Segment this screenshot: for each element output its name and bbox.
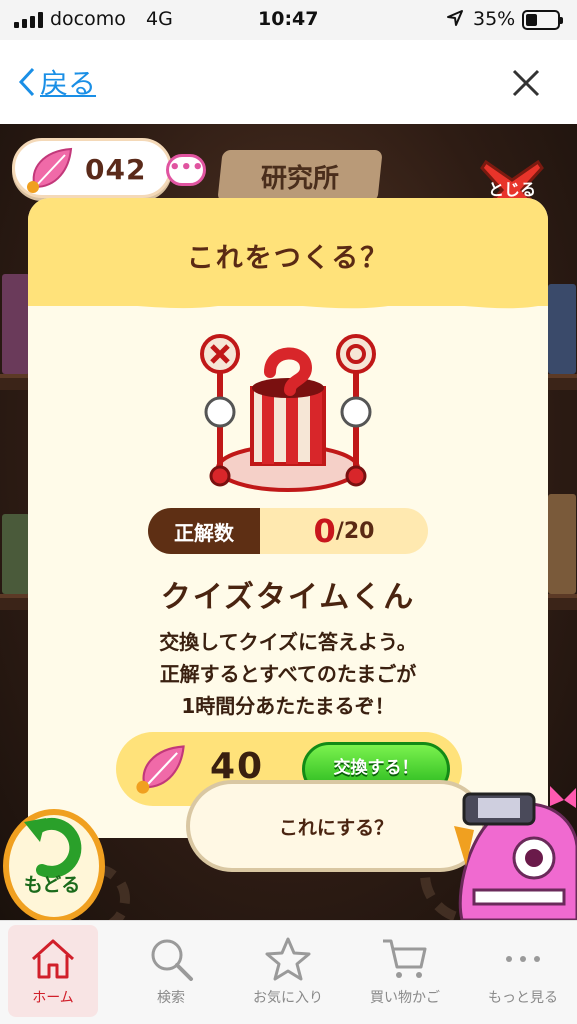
tab-cart[interactable]: 買い物かご <box>360 925 450 1017</box>
correct-answers-label: 正解数 <box>148 508 260 554</box>
home-icon <box>31 939 75 979</box>
back-link-label: 戻る <box>40 67 97 100</box>
tab-cart-label: 買い物かご <box>370 990 440 1006</box>
close-icon[interactable] <box>511 68 541 98</box>
dialog-title: これをつくる？ <box>186 243 390 274</box>
description-line: 正解するとすべてのたまごが <box>159 662 417 686</box>
location-arrow-icon <box>447 10 463 26</box>
chat-icon[interactable]: ••• <box>166 154 206 186</box>
tab-more-label: もっと見る <box>488 990 558 1006</box>
nav-header: 戻る <box>0 40 577 124</box>
confirm-prompt: これにする？ <box>278 816 394 839</box>
bottom-tab-bar: ホーム 検索 お気に入り 買い物かご もっと見る <box>0 920 577 1024</box>
status-time: 10:47 <box>258 8 319 30</box>
background-book <box>2 514 30 594</box>
location-sign: 研究所 <box>217 150 383 202</box>
tab-favorites[interactable]: お気に入り <box>243 925 333 1017</box>
correct-count: 0 <box>313 512 336 550</box>
tab-more[interactable]: もっと見る <box>478 925 568 1017</box>
more-icon <box>506 956 540 962</box>
star-icon <box>265 937 311 981</box>
search-icon <box>151 939 193 981</box>
description-line: 交換してクイズに答えよう。 <box>159 630 417 654</box>
close-game-label: とじる <box>487 180 536 199</box>
signal-icon <box>14 12 43 28</box>
game-back-button[interactable]: もどる <box>2 798 106 920</box>
carrier-name: docomo <box>50 8 126 30</box>
gem-counter: 042 <box>12 138 172 198</box>
status-bar: docomo 4G 10:47 35% <box>0 0 577 40</box>
location-title: 研究所 <box>260 163 339 194</box>
item-dialog: これをつくる？ 正解数 0 /20 クイズタイムくん 交換してクイズに答えよう。… <box>28 198 548 838</box>
item-name: クイズタイムくん <box>160 580 416 615</box>
correct-answers: 正解数 0 /20 <box>148 508 428 554</box>
description-line: 1時間分あたたまるぞ！ <box>181 694 395 718</box>
correct-answers-value: 0 /20 <box>260 508 428 554</box>
tab-favorites-label: お気に入り <box>253 990 323 1006</box>
background-book <box>2 274 30 374</box>
feather-gem-icon <box>136 745 185 794</box>
gem-count: 042 <box>85 153 147 186</box>
back-link[interactable]: 戻る <box>18 62 96 102</box>
background-book <box>548 284 576 374</box>
correct-total: /20 <box>335 518 375 544</box>
mascot-character-icon <box>454 786 577 920</box>
tab-search[interactable]: 検索 <box>126 925 216 1017</box>
item-description: 交換してクイズに答えよう。 正解するとすべてのたまごが 1時間分あたたまるぞ！ <box>28 626 548 722</box>
tab-search-label: 検索 <box>157 990 185 1006</box>
confirm-bubble[interactable]: これにする？ <box>186 780 486 872</box>
header-wave <box>28 294 548 309</box>
feather-gem-icon <box>27 147 73 193</box>
network-type: 4G <box>146 8 173 30</box>
background-book <box>548 494 576 594</box>
game-back-label: もどる <box>23 874 81 896</box>
tab-home-label: ホーム <box>32 990 74 1006</box>
battery-icon <box>522 10 563 30</box>
egg-back-icon <box>3 809 105 920</box>
cart-icon <box>383 939 427 978</box>
tab-home[interactable]: ホーム <box>8 925 98 1017</box>
game-view: 042 ••• 研究所 とじる これをつくる？ 正解数 0 /20 クイズタイム… <box>0 124 577 920</box>
battery-percent: 35% <box>473 8 516 30</box>
chevron-left-icon <box>18 67 35 97</box>
quiz-machine-icon <box>200 334 376 492</box>
